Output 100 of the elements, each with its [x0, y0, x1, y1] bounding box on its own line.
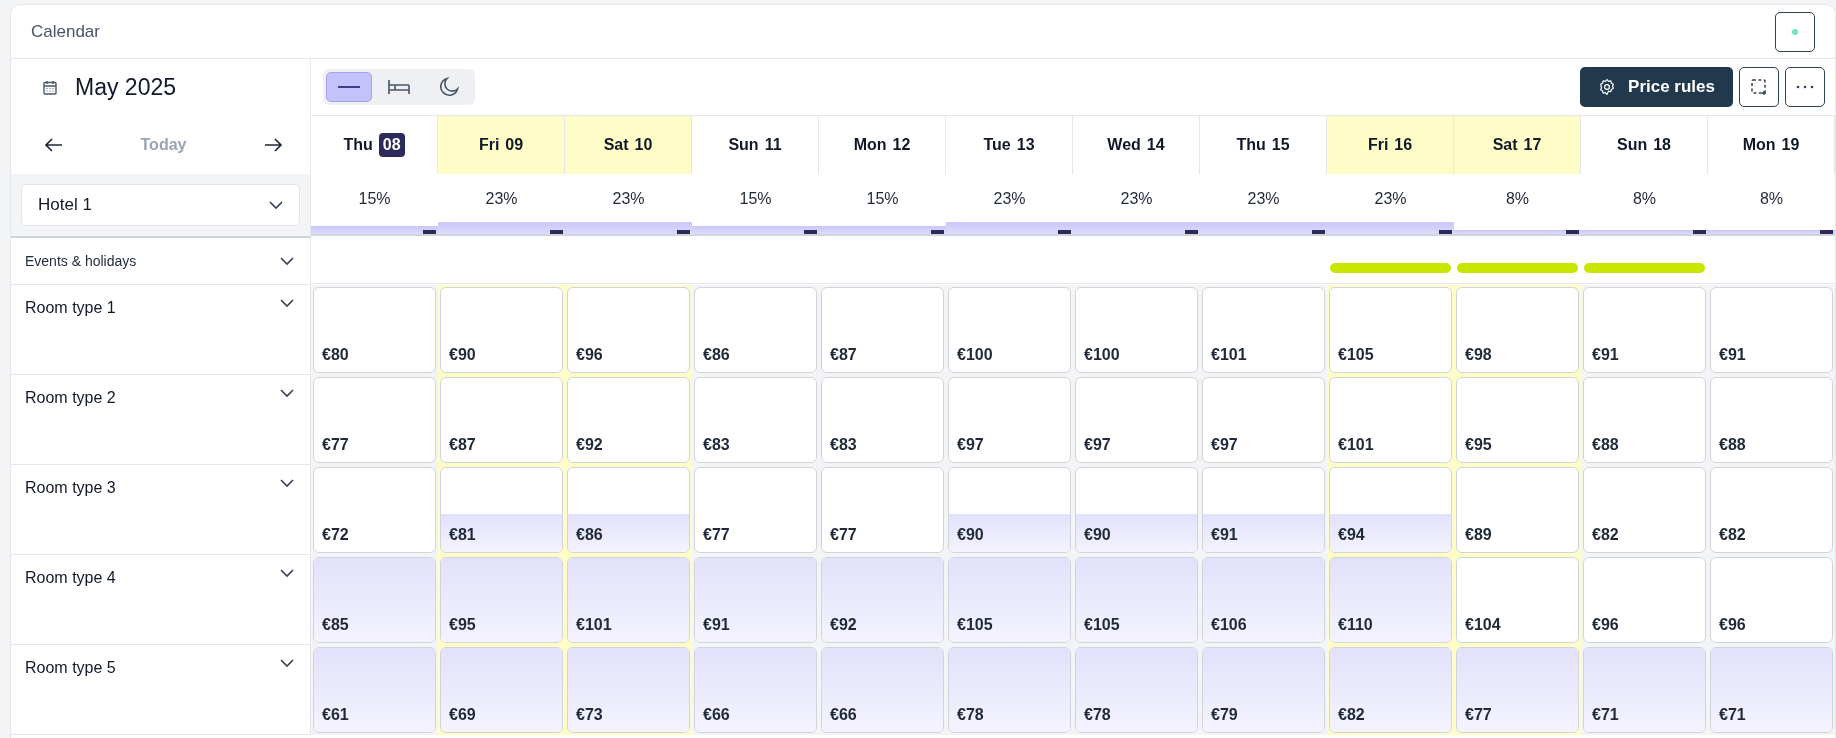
price-cell[interactable]: €101	[567, 557, 690, 643]
price-cell[interactable]: €97	[1202, 377, 1325, 463]
status-button[interactable]	[1775, 11, 1815, 52]
price-cell[interactable]: €82	[1329, 647, 1452, 733]
arrow-right-icon	[264, 138, 282, 152]
price-cell[interactable]: €66	[821, 647, 944, 733]
chevron-down-icon	[280, 256, 294, 266]
price-rules-button[interactable]: Price rules	[1580, 67, 1733, 107]
price-cell[interactable]: €98	[1456, 287, 1579, 373]
occupancy-percent: 23%	[611, 189, 646, 208]
price-cell[interactable]: €97	[1075, 377, 1198, 463]
price-cell[interactable]: €90	[1075, 467, 1198, 553]
price-cell[interactable]: €81	[440, 467, 563, 553]
price-cell[interactable]: €61	[313, 647, 436, 733]
price-cell[interactable]: €92	[821, 557, 944, 643]
price-cell[interactable]: €73	[567, 647, 690, 733]
price-cell[interactable]: €83	[821, 377, 944, 463]
price-cell[interactable]: €72	[313, 467, 436, 553]
dashed-square-icon	[1750, 78, 1768, 96]
price-cell[interactable]: €87	[440, 377, 563, 463]
room-type-label: Room type 5	[25, 659, 116, 677]
price-value: €73	[576, 706, 603, 724]
capacity-marker	[1439, 230, 1452, 234]
price-value: €96	[576, 346, 603, 364]
price-cell[interactable]: €101	[1329, 377, 1452, 463]
price-cell[interactable]: €77	[313, 377, 436, 463]
price-cell[interactable]: €88	[1583, 377, 1706, 463]
price-cell[interactable]: €97	[948, 377, 1071, 463]
price-value: €86	[703, 346, 730, 364]
price-cell[interactable]: €86	[567, 467, 690, 553]
price-cell[interactable]: €82	[1583, 467, 1706, 553]
price-cell[interactable]: €95	[1456, 377, 1579, 463]
price-cell[interactable]: €69	[440, 647, 563, 733]
price-cell[interactable]: €110	[1329, 557, 1452, 643]
hotel-select[interactable]: Hotel 1	[21, 184, 300, 226]
price-value: €100	[1084, 346, 1120, 364]
price-cell[interactable]: €82	[1710, 467, 1833, 553]
price-value: €97	[1211, 436, 1238, 454]
chevron-down-icon	[269, 200, 283, 210]
price-cell[interactable]: €66	[694, 647, 817, 733]
price-cell[interactable]: €94	[1329, 467, 1452, 553]
price-cell[interactable]: €79	[1202, 647, 1325, 733]
price-cell[interactable]: €105	[948, 557, 1071, 643]
view-mode-button[interactable]	[326, 72, 372, 102]
more-button[interactable]	[1785, 67, 1825, 107]
price-cell[interactable]: €71	[1583, 647, 1706, 733]
price-value: €105	[1084, 616, 1120, 634]
status-dot-icon	[1792, 28, 1798, 35]
price-cell[interactable]: €85	[313, 557, 436, 643]
capacity-marker	[1312, 230, 1325, 234]
price-cell[interactable]: €77	[694, 467, 817, 553]
day-header: Sat 17	[1454, 116, 1581, 174]
price-cell[interactable]: €89	[1456, 467, 1579, 553]
price-value: €88	[1719, 436, 1746, 454]
price-cell[interactable]: €100	[948, 287, 1071, 373]
price-cell[interactable]: €105	[1329, 287, 1452, 373]
price-cell[interactable]: €95	[440, 557, 563, 643]
price-cell[interactable]: €101	[1202, 287, 1325, 373]
day-header: Sun 11	[692, 116, 819, 174]
price-cell[interactable]: €83	[694, 377, 817, 463]
price-cell[interactable]: €90	[948, 467, 1071, 553]
select-area-button[interactable]	[1739, 67, 1779, 107]
price-cell[interactable]: €78	[1075, 647, 1198, 733]
price-cell[interactable]: €71	[1710, 647, 1833, 733]
price-cell[interactable]: €86	[694, 287, 817, 373]
price-cell[interactable]: €80	[313, 287, 436, 373]
price-cell[interactable]: €91	[1710, 287, 1833, 373]
price-value: €89	[1465, 526, 1492, 544]
price-value: €101	[1211, 346, 1247, 364]
price-cell[interactable]: €91	[1202, 467, 1325, 553]
occupancy-percent: 15%	[865, 189, 900, 208]
price-cell[interactable]: €92	[567, 377, 690, 463]
day-header: Mon 19	[1708, 116, 1835, 174]
capacity-marker	[1693, 230, 1706, 234]
price-value: €106	[1211, 616, 1247, 634]
price-value: €96	[1592, 616, 1619, 634]
day-header: Tue 13	[946, 116, 1073, 174]
price-cell[interactable]: €91	[1583, 287, 1706, 373]
price-cell[interactable]: €77	[1456, 647, 1579, 733]
price-cell[interactable]: €104	[1456, 557, 1579, 643]
price-cell[interactable]: €90	[440, 287, 563, 373]
capacity-marker	[1058, 230, 1071, 234]
price-cell[interactable]: €77	[821, 467, 944, 553]
price-cell[interactable]: €87	[821, 287, 944, 373]
occupancy-percent: 15%	[357, 189, 392, 208]
price-value: €91	[1719, 346, 1746, 364]
price-cell[interactable]: €78	[948, 647, 1071, 733]
price-value: €80	[322, 346, 349, 364]
price-value: €71	[1592, 706, 1619, 724]
price-cell[interactable]: €96	[1710, 557, 1833, 643]
price-cell[interactable]: €88	[1710, 377, 1833, 463]
price-cell[interactable]: €105	[1075, 557, 1198, 643]
price-cell[interactable]: €96	[1583, 557, 1706, 643]
price-cell[interactable]: €96	[567, 287, 690, 373]
moon-icon	[439, 77, 459, 97]
price-cell[interactable]: €100	[1075, 287, 1198, 373]
price-cell[interactable]: €106	[1202, 557, 1325, 643]
room-type-label: Room type 4	[25, 569, 116, 587]
price-cell[interactable]: €91	[694, 557, 817, 643]
price-value: €92	[830, 616, 857, 634]
